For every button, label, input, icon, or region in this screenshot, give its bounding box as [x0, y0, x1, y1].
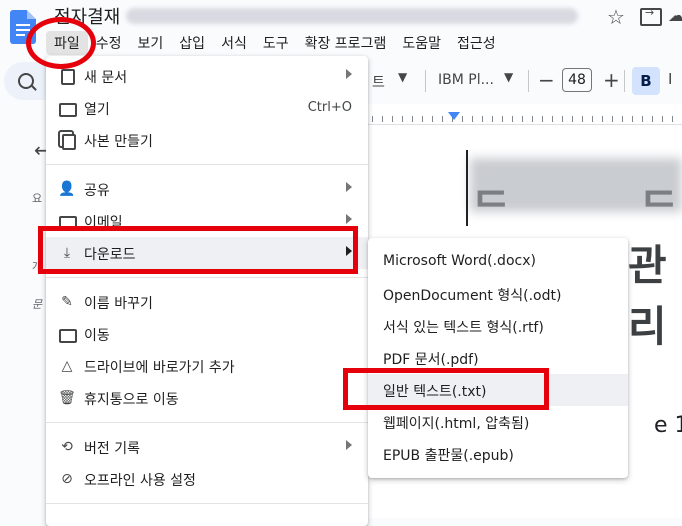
menu-item-label: 이름 바꾸기 — [84, 296, 153, 312]
outline-label: 요 — [32, 192, 43, 205]
submenu-item-label: 서식 있는 텍스트 형식(.rtf) — [383, 320, 544, 336]
annotation-ellipse-file-menu — [26, 17, 96, 69]
menu-item-rename[interactable]: ✎ 이름 바꾸기 — [46, 286, 368, 318]
increase-font-size-button[interactable]: + — [603, 68, 620, 92]
menu-item-trash[interactable]: 🗑 휴지통으로 이동 — [46, 382, 368, 414]
menu-item-label: 사본 만들기 — [84, 134, 153, 150]
menu-extensions[interactable]: 확장 프로그램 — [297, 31, 395, 55]
offline-icon: ⊘ — [61, 471, 73, 487]
download-epub[interactable]: EPUB 출판물(.epub) — [368, 438, 628, 470]
download-odt[interactable]: OpenDocument 형식(.odt) — [368, 278, 628, 310]
menu-item-label: 오프라인 사용 설정 — [84, 473, 196, 489]
submenu-item-label: Microsoft Word(.docx) — [383, 253, 536, 269]
menu-view[interactable]: 보기 — [130, 31, 172, 55]
bold-button[interactable]: B — [632, 67, 660, 95]
move-folder-icon[interactable] — [640, 6, 662, 26]
ruler[interactable] — [368, 104, 682, 125]
rename-icon: ✎ — [61, 294, 73, 310]
menu-item-label: 드라이브에 바로가기 추가 — [84, 360, 235, 376]
cloud-status-icon[interactable]: ☁ — [668, 6, 682, 26]
annotation-rect-txt — [343, 368, 549, 410]
search-icon[interactable] — [18, 73, 34, 89]
menu-item-share[interactable]: 👤 공유 — [46, 173, 368, 205]
font-selector[interactable]: IBM Pl... — [438, 72, 494, 88]
new-document-icon — [61, 69, 75, 85]
heading-fragment: ᄃ — [640, 184, 679, 233]
drive-shortcut-icon: △ — [61, 358, 73, 374]
italic-button[interactable]: I — [668, 70, 672, 88]
menu-item-label: 공유 — [84, 183, 110, 199]
menu-item-drive-shortcut[interactable]: △ 드라이브에 바로가기 추가 — [46, 350, 368, 382]
font-size-input[interactable]: 48 — [562, 68, 592, 92]
download-docx[interactable]: Microsoft Word(.docx) — [368, 246, 628, 278]
history-icon: ⟲ — [61, 439, 73, 455]
text-cursor — [466, 150, 468, 226]
submenu-item-label: PDF 문서(.pdf) — [383, 352, 479, 368]
menu-item-make-copy[interactable]: 사본 만들기 — [46, 124, 368, 156]
body-text-fragment: e 11. — [654, 413, 682, 438]
menu-tools[interactable]: 도구 — [255, 31, 297, 55]
submenu-item-label: OpenDocument 형식(.odt) — [383, 288, 562, 304]
title-bar: 전자결재 ☆ ☁ 파일 수정 보기 삽입 서식 도구 확장 프로그램 도움말 접… — [0, 0, 682, 60]
menu-accessibility[interactable]: 접근성 — [449, 31, 504, 55]
decrease-font-size-button[interactable]: − — [538, 68, 555, 92]
menu-item-open[interactable]: 열기 Ctrl+O — [46, 92, 368, 124]
menu-insert[interactable]: 삽입 — [171, 31, 213, 55]
trash-icon: 🗑 — [58, 390, 76, 406]
blurred-title-region — [126, 8, 578, 24]
menu-item-label: 열기 — [84, 102, 110, 118]
menu-item-version-history[interactable]: ⟲ 버전 기록 — [46, 431, 368, 463]
chevron-down-icon[interactable]: ▼ — [398, 70, 407, 84]
star-icon[interactable]: ☆ — [607, 5, 625, 29]
menu-item-label: 휴지통으로 이동 — [84, 392, 179, 408]
outline-panel — [0, 125, 46, 518]
file-menu: 새 문서 열기 Ctrl+O 사본 만들기 👤 공유 이메일 ⤓ 다운로드 ✎ … — [46, 56, 368, 526]
annotation-rect-download — [38, 226, 358, 274]
menu-bar: 파일 수정 보기 삽입 서식 도구 확장 프로그램 도움말 접근성 — [46, 31, 504, 55]
menu-item-label: 새 문서 — [84, 70, 128, 86]
chevron-down-icon[interactable]: ▼ — [504, 70, 513, 84]
download-html[interactable]: 웹페이지(.html, 압축됨) — [368, 406, 628, 438]
menu-help[interactable]: 도움말 — [394, 31, 449, 55]
menu-item-move[interactable]: 이동 — [46, 318, 368, 350]
menu-item-label: 버전 기록 — [84, 441, 140, 457]
folder-open-icon — [59, 103, 77, 117]
submenu-item-label: EPUB 출판물(.epub) — [383, 448, 514, 464]
menu-format[interactable]: 서식 — [213, 31, 255, 55]
indent-marker[interactable] — [448, 112, 460, 120]
style-selector[interactable]: 트 — [372, 72, 385, 92]
menu-item-label: 이동 — [84, 328, 110, 344]
menu-item-offline[interactable]: ⊘ 오프라인 사용 설정 — [46, 463, 368, 495]
submenu-item-label: 웹페이지(.html, 압축됨) — [383, 416, 530, 432]
person-add-icon: 👤 — [58, 181, 76, 197]
heading-fragment: ᄃ — [472, 184, 511, 233]
move-folder-icon — [59, 329, 77, 343]
copy-icon — [62, 134, 76, 150]
download-rtf[interactable]: 서식 있는 텍스트 형식(.rtf) — [368, 310, 628, 342]
menu-item-new-document[interactable]: 새 문서 — [46, 60, 368, 92]
shortcut-label: Ctrl+O — [307, 100, 352, 115]
outline-label: 문 — [32, 298, 43, 311]
download-submenu: Microsoft Word(.docx) OpenDocument 형식(.o… — [368, 238, 628, 478]
heading-fragment: 관리 — [628, 241, 667, 351]
